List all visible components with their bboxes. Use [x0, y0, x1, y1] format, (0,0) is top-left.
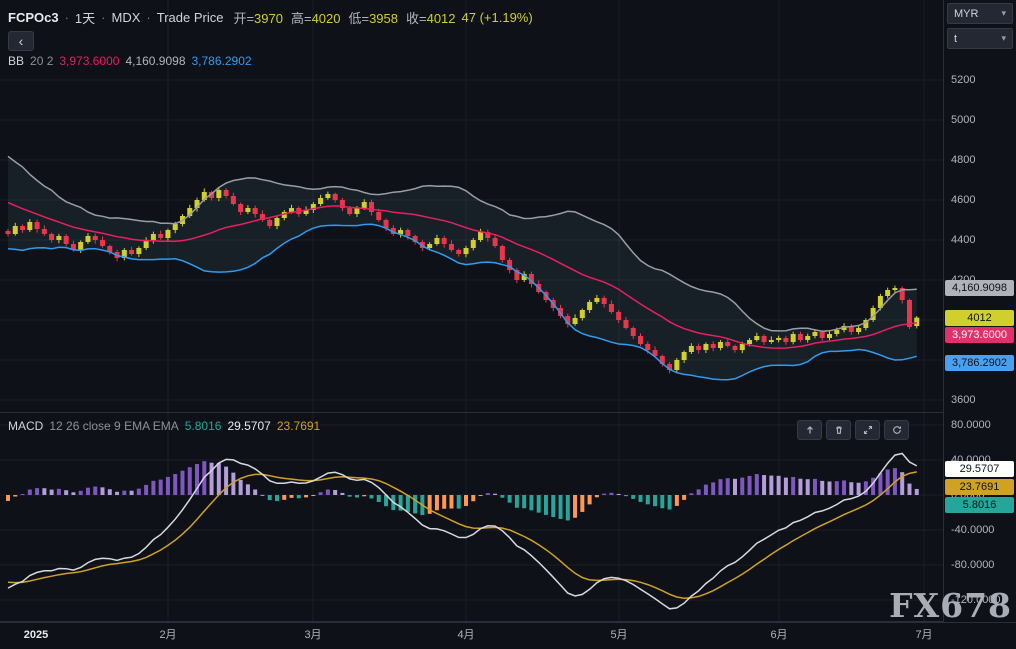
bb-basis-value: 3,973.6000	[59, 54, 120, 68]
separator-dot: ·	[101, 10, 106, 25]
last-price-label: 4012	[945, 309, 1014, 326]
unit-select[interactable]: t ▾	[947, 28, 1013, 49]
separator-dot: ·	[146, 10, 151, 25]
bb-upper-value: 4,160.9098	[125, 54, 186, 68]
macd-hist-value: 5.8016	[184, 419, 222, 433]
open-label: 开=	[233, 11, 255, 26]
axis-tick: 3600	[951, 394, 976, 406]
chevron-down-icon: ▾	[1001, 33, 1006, 43]
trash-icon	[835, 426, 842, 434]
restore-pane-button[interactable]	[884, 420, 909, 440]
time-axis-label: 2月	[159, 629, 177, 641]
macd-pane[interactable]: MACD 12 26 close 9 EMA EMA 5.8016 29.570…	[0, 413, 943, 622]
close-label: 收=	[406, 11, 427, 26]
close-value: 收=4012	[406, 8, 456, 27]
separator-dot: ·	[64, 10, 69, 25]
bb-upper-label: 4,160.9098	[945, 279, 1014, 296]
trading-chart-app: FCPOc3 · 1天 · MDX · Trade Price 开=3970 高…	[0, 0, 1016, 649]
axis-tick: 4800	[951, 154, 976, 166]
high-number: 4020	[311, 11, 341, 26]
macd-params: 12 26 close 9 EMA EMA	[49, 419, 179, 433]
axis-tick: 4600	[951, 194, 976, 206]
unit-value: t	[954, 32, 958, 45]
interval-label[interactable]: 1天	[75, 8, 95, 27]
symbol-header: FCPOc3 · 1天 · MDX · Trade Price 开=3970 高…	[8, 8, 533, 27]
axis-tick: -40.0000	[951, 524, 995, 536]
axis-tick: 4400	[951, 234, 976, 246]
bb-legend[interactable]: BB 20 2 3,973.6000 4,160.9098 3,786.2902	[8, 54, 252, 68]
time-axis-label: 6月	[770, 629, 788, 641]
back-button[interactable]: ‹	[8, 31, 34, 51]
macd-signal-value: 23.7691	[276, 419, 321, 433]
axis-tick: 5000	[951, 114, 976, 126]
pane-toolbar	[797, 420, 909, 440]
time-axis-label: 4月	[457, 629, 475, 641]
signal-value-label: 23.7691	[945, 479, 1014, 496]
maximize-pane-button[interactable]	[855, 420, 880, 440]
open-number: 3970	[254, 11, 283, 26]
bb-basis-label: 3,973.6000	[945, 326, 1014, 343]
bb-params: 20 2	[30, 54, 54, 68]
bb-name: BB	[8, 54, 25, 68]
low-number: 3958	[369, 11, 398, 26]
macd-gridlines	[0, 413, 943, 622]
high-value: 高=4020	[291, 8, 341, 27]
time-axis-label: 5月	[610, 629, 628, 641]
watermark: FX678	[889, 586, 1012, 625]
bb-lower-label: 3,786.2902	[945, 354, 1014, 371]
axis-tick: 80.0000	[951, 419, 991, 431]
currency-select[interactable]: MYR ▾	[947, 3, 1013, 24]
maximize-icon	[863, 425, 872, 435]
macd-line-value: 29.5707	[227, 419, 271, 433]
change-value: 47 (+1.19%)	[461, 10, 533, 25]
price-type-label: Trade Price	[156, 10, 224, 25]
axis-tick: -80.0000	[951, 559, 995, 571]
hist-value-label: 5.8016	[945, 497, 1014, 514]
arrow-up-icon	[806, 426, 813, 434]
currency-value: MYR	[954, 7, 979, 20]
exchange-label: MDX	[111, 10, 141, 25]
macd-name: MACD	[8, 419, 44, 433]
open-value: 开=3970	[233, 8, 283, 27]
ohlc-values: 开=3970 高=4020 低=3958 收=4012	[233, 8, 455, 27]
low-label: 低=	[348, 11, 370, 26]
low-value: 低=3958	[348, 8, 398, 27]
high-label: 高=	[290, 11, 312, 26]
time-axis-label: 2025	[23, 629, 49, 641]
price-axis[interactable]: MYR ▾ t ▾ 520050004800460044004200400038…	[943, 0, 1016, 622]
macd-histogram	[6, 461, 919, 521]
price-pane[interactable]: FCPOc3 · 1天 · MDX · Trade Price 开=3970 高…	[0, 0, 943, 413]
delete-pane-button[interactable]	[826, 420, 851, 440]
bb-lower-value: 3,786.2902	[191, 54, 252, 68]
macd-chart[interactable]	[0, 413, 943, 622]
restore-icon	[892, 426, 901, 434]
macd-legend[interactable]: MACD 12 26 close 9 EMA EMA 5.8016 29.570…	[8, 419, 320, 433]
macd-value-label: 29.5707	[945, 461, 1014, 478]
chevron-down-icon: ▾	[1001, 8, 1006, 18]
close-number: 4012	[426, 11, 456, 26]
symbol-name[interactable]: FCPOc3	[8, 10, 59, 25]
time-axis-label: 3月	[304, 629, 322, 641]
time-axis[interactable]: 2025 2月 3月 4月 5月 6月 7月	[0, 622, 1016, 649]
move-pane-up-button[interactable]	[797, 420, 822, 440]
time-axis-label: 7月	[915, 629, 933, 641]
axis-tick: 5200	[951, 74, 976, 86]
